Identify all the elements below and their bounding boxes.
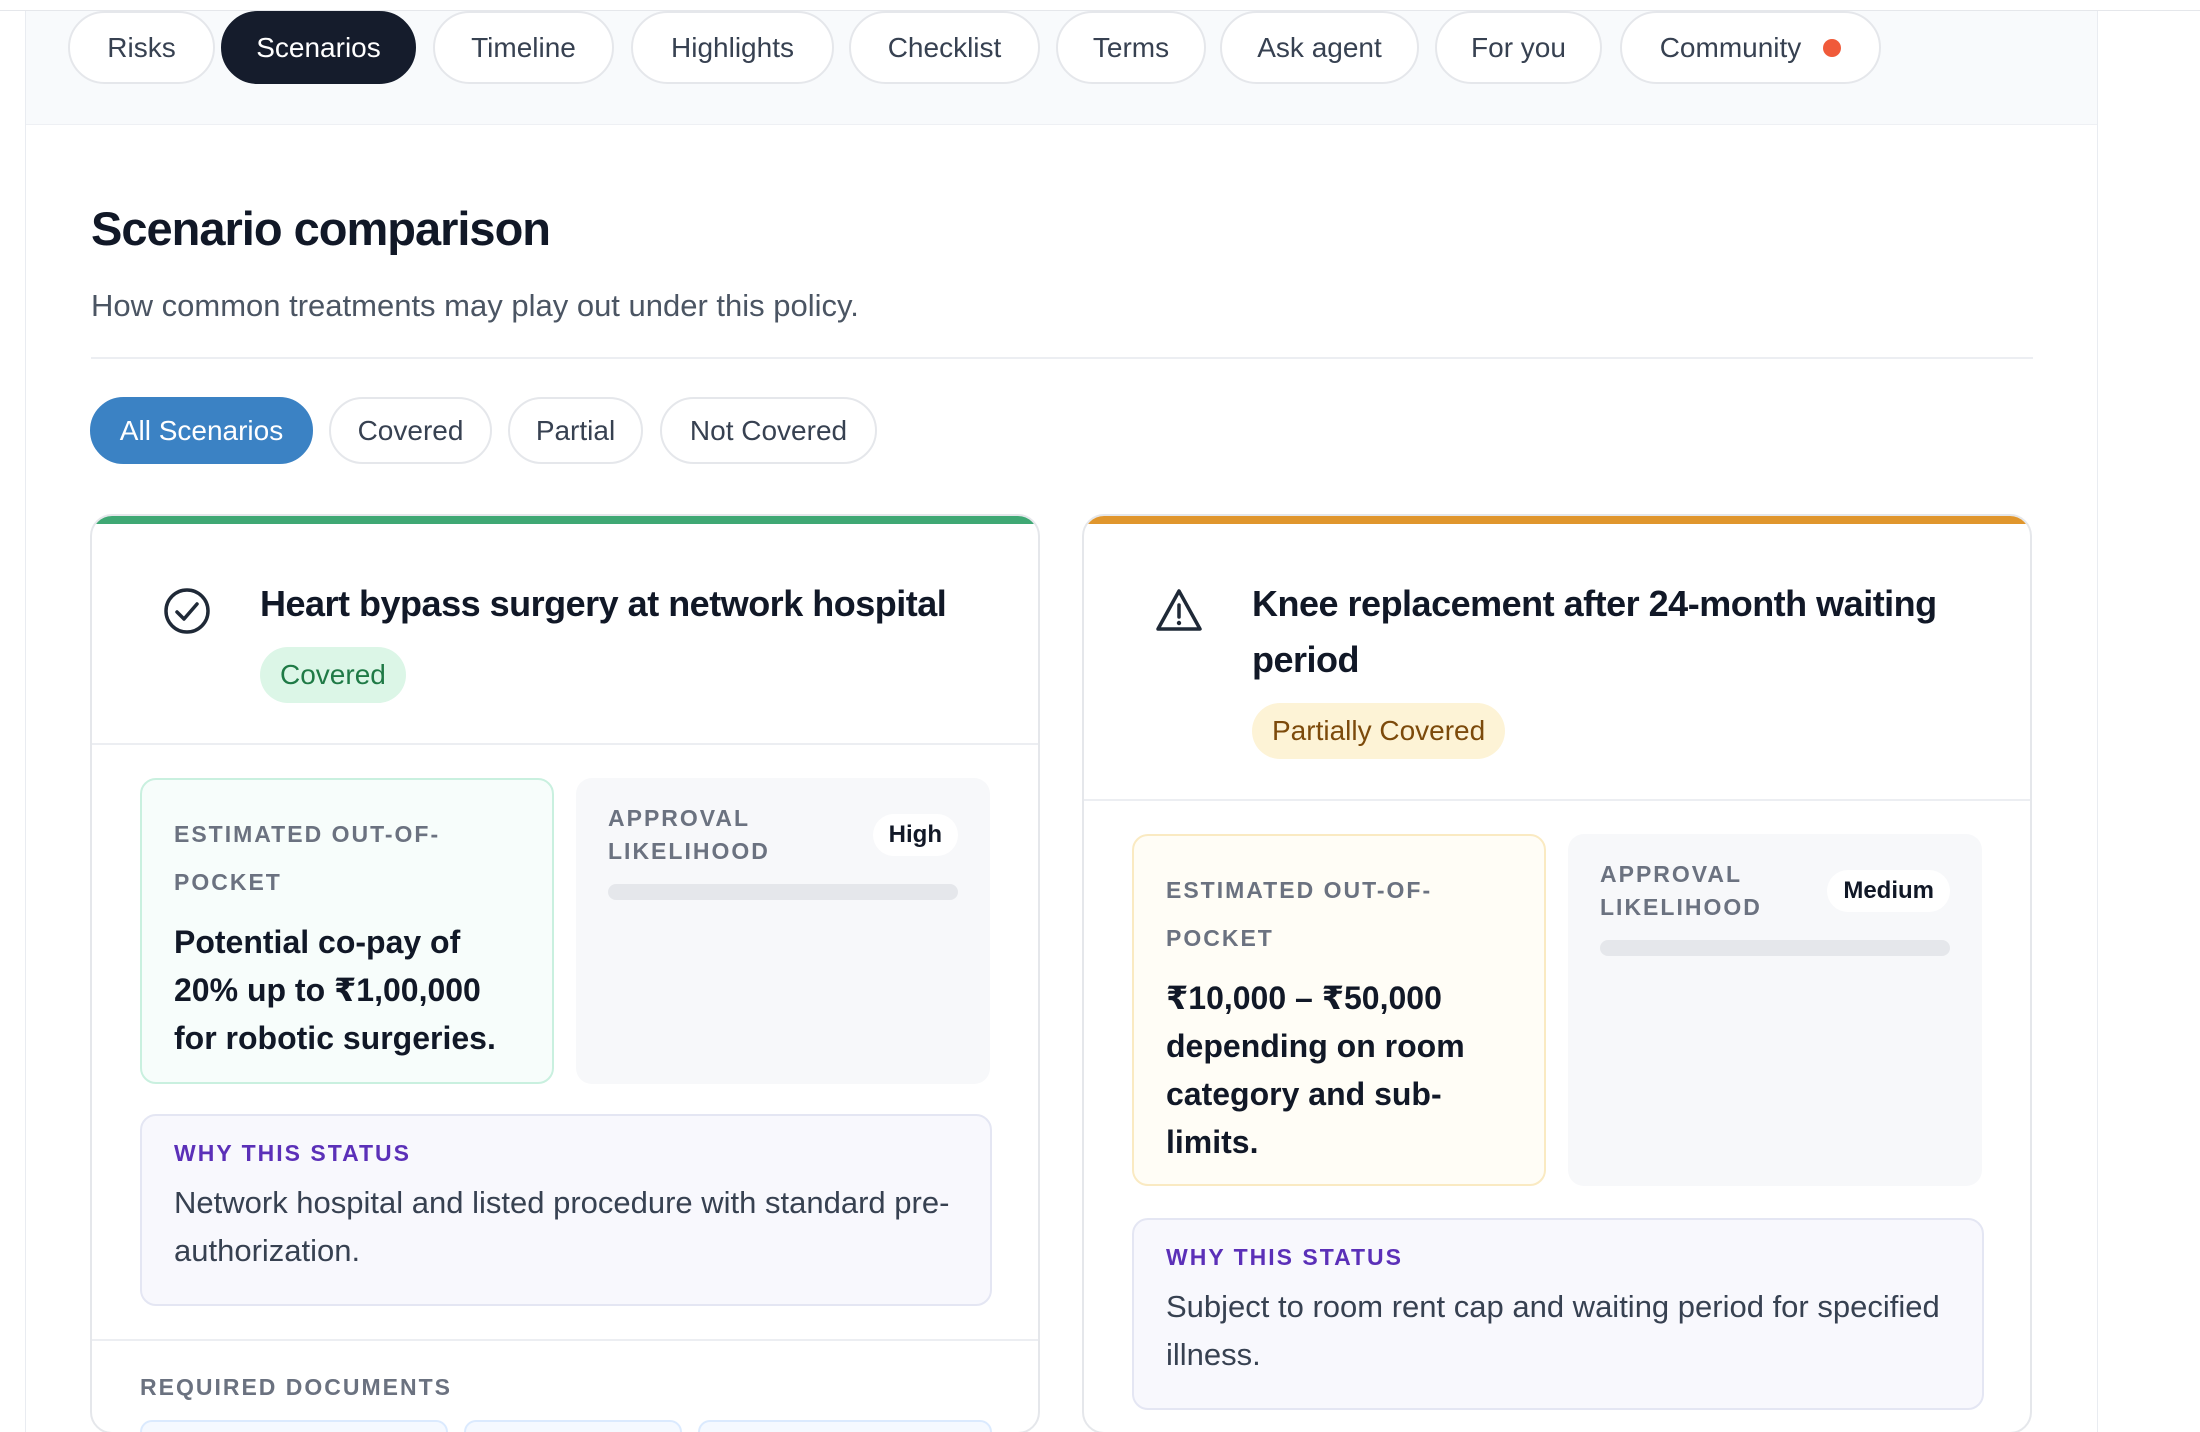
approval-progress-fill — [1600, 940, 1950, 956]
tab-label: Ask agent — [1257, 31, 1382, 63]
scenario-card[interactable]: Heart bypass surgery at network hospital… — [90, 514, 1040, 1432]
filter-not-covered[interactable]: Not Covered — [660, 397, 877, 464]
tab-for-you[interactable]: For you — [1435, 11, 1602, 84]
tab-label: For you — [1471, 31, 1566, 63]
filter-label: Covered — [357, 414, 464, 446]
card-divider — [92, 1339, 1038, 1341]
document-chip[interactable] — [698, 1420, 992, 1432]
out-of-pocket-label: ESTIMATED OUT-OF-POCKET — [174, 821, 441, 895]
approval-panel: APPROVAL LIKELIHOOD High — [576, 778, 990, 1084]
status-accent-bar — [1084, 516, 2030, 524]
window-top-edge — [0, 0, 2200, 11]
tab-risks[interactable]: Risks — [68, 11, 215, 84]
approval-progress-fill — [608, 884, 958, 900]
filter-partial[interactable]: Partial — [508, 397, 643, 464]
out-of-pocket-panel: ESTIMATED OUT-OF-POCKET ₹10,000 – ₹50,00… — [1132, 834, 1546, 1186]
approval-progress-track — [1600, 940, 1950, 956]
filter-all-scenarios[interactable]: All Scenarios — [90, 397, 313, 464]
status-accent-bar — [92, 516, 1038, 524]
approval-panel: APPROVAL LIKELIHOOD Medium — [1568, 834, 1982, 1186]
tab-label: Risks — [107, 31, 176, 63]
approval-level-badge: High — [872, 814, 958, 856]
tab-label: Scenarios — [256, 31, 381, 63]
warning-triangle-icon — [1156, 589, 1202, 631]
why-status-text: Subject to room rent cap and waiting per… — [1166, 1289, 1940, 1372]
filter-label: Partial — [535, 414, 616, 446]
tab-community[interactable]: Community — [1620, 11, 1881, 84]
tab-bar: Risks Scenarios Timeline Highlights Chec… — [26, 11, 2097, 125]
why-status-text: Network hospital and listed procedure wi… — [174, 1185, 950, 1268]
tab-scenarios[interactable]: Scenarios — [221, 11, 416, 84]
why-status-panel: WHY THIS STATUS Subject to room rent cap… — [1132, 1218, 1984, 1410]
required-documents-label: REQUIRED DOCUMENTS — [140, 1374, 453, 1400]
scenario-card[interactable]: Knee replacement after 24-month waiting … — [1082, 514, 2032, 1432]
out-of-pocket-panel: ESTIMATED OUT-OF-POCKET Potential co-pay… — [140, 778, 554, 1084]
tab-label: Timeline — [471, 31, 576, 63]
page-subtitle: How common treatments may play out under… — [91, 288, 859, 323]
status-badge: Partially Covered — [1252, 703, 1506, 759]
filter-covered[interactable]: Covered — [329, 397, 492, 464]
scenario-title: Knee replacement after 24-month waiting … — [1252, 583, 1937, 680]
status-label: Covered — [280, 659, 386, 690]
tab-highlights[interactable]: Highlights — [631, 11, 834, 84]
notification-dot — [1823, 38, 1842, 57]
out-of-pocket-value: ₹10,000 – ₹50,000 depending on room cate… — [1166, 980, 1465, 1160]
why-status-label: WHY THIS STATUS — [174, 1140, 411, 1166]
status-label: Partially Covered — [1272, 715, 1486, 746]
tab-label: Terms — [1092, 31, 1170, 63]
document-chip[interactable] — [464, 1420, 682, 1432]
tab-terms[interactable]: Terms — [1056, 11, 1206, 84]
approval-level-badge: Medium — [1827, 870, 1950, 912]
approval-label: APPROVAL LIKELIHOOD — [608, 805, 770, 864]
tab-label: Community — [1659, 31, 1802, 63]
tab-checklist[interactable]: Checklist — [849, 11, 1040, 84]
filter-label: All Scenarios — [119, 414, 284, 446]
scenario-title: Heart bypass surgery at network hospital — [260, 583, 947, 624]
filter-label: Not Covered — [689, 414, 848, 446]
status-badge: Covered — [260, 647, 406, 703]
section-divider — [91, 357, 2033, 359]
out-of-pocket-value: Potential co-pay of 20% up to ₹1,00,000 … — [174, 924, 496, 1056]
tab-timeline[interactable]: Timeline — [433, 11, 614, 84]
card-divider — [1084, 799, 2030, 801]
card-divider — [92, 743, 1038, 745]
page-title: Scenario comparison — [91, 202, 551, 255]
approval-label: APPROVAL LIKELIHOOD — [1600, 861, 1762, 920]
why-status-panel: WHY THIS STATUS Network hospital and lis… — [140, 1114, 992, 1306]
document-chip[interactable] — [140, 1420, 448, 1432]
check-circle-icon — [164, 588, 210, 634]
tab-label: Highlights — [671, 31, 794, 63]
out-of-pocket-label: ESTIMATED OUT-OF-POCKET — [1166, 877, 1433, 951]
approval-progress-track — [608, 884, 958, 900]
why-status-label: WHY THIS STATUS — [1166, 1244, 1403, 1270]
tab-ask-agent[interactable]: Ask agent — [1220, 11, 1419, 84]
tab-label: Checklist — [887, 31, 1002, 63]
